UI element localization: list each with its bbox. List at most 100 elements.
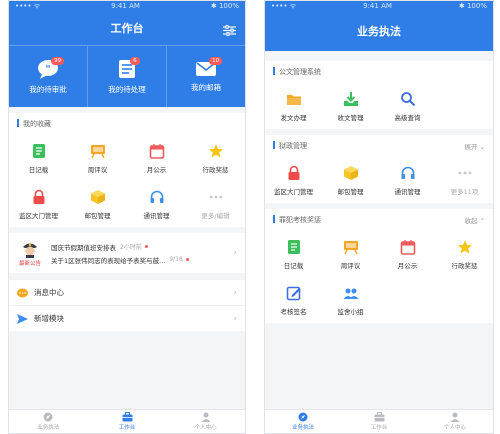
tab-label: 业务执法 <box>291 425 314 431</box>
section-header: 公文管理系统 <box>265 61 493 83</box>
announcement-item[interactable]: 关于1区张伟同志的表现给予表奖与鼓... 9/18 <box>51 253 233 266</box>
folder-icon <box>286 94 301 105</box>
sign-pen-icon <box>286 286 300 300</box>
calendar-icon <box>149 143 164 159</box>
app-gate-management[interactable]: 监区大门管理 <box>265 157 322 203</box>
tab-label: 工作台 <box>118 425 136 431</box>
app-more-items[interactable]: 更多11项 <box>436 157 493 203</box>
app-label: 行政奖惩 <box>202 165 229 174</box>
app-advanced-search[interactable]: 高级查询 <box>379 83 436 129</box>
app-label: 日记载 <box>283 261 304 270</box>
tab-business[interactable]: 业务执法 <box>265 410 341 433</box>
row-message-center[interactable]: 消息中心 › <box>9 279 245 305</box>
app-weekly-review[interactable]: 周评议 <box>68 135 127 181</box>
list-rows: 消息中心 › 新增模块 › <box>9 279 245 331</box>
tab-workbench[interactable]: 工作台 <box>341 410 417 433</box>
package-icon <box>90 189 105 204</box>
lock-icon <box>33 189 44 204</box>
quick-mailbox[interactable]: 10 我的邮箱 <box>166 46 245 107</box>
announcement-item[interactable]: 国庆节假期值班安排表 2小时前 <box>51 240 233 253</box>
app-parcel-management[interactable]: 邮包管理 <box>322 157 379 203</box>
app-dorm-group[interactable]: 监舍小组 <box>322 277 379 323</box>
status-signal: •••• ᯤ <box>15 1 41 10</box>
section-header: 狱政管理 展开 ⌄ <box>265 135 493 157</box>
expand-toggle[interactable]: 展开 ⌄ <box>464 141 485 151</box>
section-header: 罪犯考核奖惩 收起 ⌃ <box>265 209 493 231</box>
quick-badge: 6 <box>130 57 140 65</box>
briefcase-icon <box>374 412 384 422</box>
status-battery: ✱ 100% <box>210 2 239 10</box>
app-label: 发文办理 <box>280 113 307 122</box>
section-assessment-rewards: 罪犯考核奖惩 收起 ⌃ 日记载 周评议 月公示 行政奖惩 考核签名 监舍小组 <box>265 209 493 323</box>
app-communication[interactable]: 通讯管理 <box>127 181 186 227</box>
status-signal: •••• ᯤ <box>271 1 297 10</box>
unread-dot <box>144 245 148 248</box>
inbox-download-icon <box>343 91 358 106</box>
status-bar: •••• ᯤ 9:41 AM ✱ 100% <box>9 1 245 11</box>
app-communication[interactable]: 通讯管理 <box>379 157 436 203</box>
app-gate-management[interactable]: 监区大门管理 <box>9 181 68 227</box>
page-title: 工作台 <box>110 22 144 35</box>
status-time: 9:41 AM <box>111 2 140 10</box>
star-icon <box>457 239 472 253</box>
quick-pending-tasks[interactable]: 6 我的待处理 <box>87 46 166 107</box>
tab-label: 个人中心 <box>194 425 217 431</box>
app-parcel-management[interactable]: 邮包管理 <box>68 181 127 227</box>
tab-business[interactable]: 业务执法 <box>9 410 88 433</box>
more-dots-icon <box>209 195 222 198</box>
quick-pending-approval[interactable]: " 99 我的待审批 <box>9 46 87 107</box>
svg-text:": " <box>45 64 50 75</box>
person-icon <box>450 412 460 422</box>
app-monthly-notice[interactable]: 月公示 <box>379 231 436 277</box>
tab-profile[interactable]: 个人中心 <box>166 410 245 433</box>
announcement-text: 关于1区张伟同志的表现给予表奖与鼓... <box>51 256 166 265</box>
app-weekly-review[interactable]: 周评议 <box>322 231 379 277</box>
screenshot-stage: •••• ᯤ 9:41 AM ✱ 100% 工作台 " 99 我的待审批 6 我… <box>0 0 500 434</box>
quick-label: 我的邮箱 <box>191 82 221 92</box>
app-admin-rewards[interactable]: 行政奖惩 <box>436 231 493 277</box>
lock-icon <box>288 165 299 180</box>
app-dispatch[interactable]: 发文办理 <box>265 83 322 129</box>
group-icon <box>343 288 358 299</box>
more-dots-icon <box>458 171 471 174</box>
app-label: 考核签名 <box>280 307 307 316</box>
app-assessment-sign[interactable]: 考核签名 <box>265 277 322 323</box>
section-prison-management: 狱政管理 展开 ⌄ 监区大门管理 邮包管理 通讯管理 更多11项 <box>265 135 493 203</box>
announcement-text: 国庆节假期值班安排表 <box>51 243 116 252</box>
announcement-card[interactable]: 最新公告 国庆节假期值班安排表 2小时前 关于1区张伟同志的表现给予表奖与鼓..… <box>9 233 245 273</box>
send-icon <box>17 313 28 324</box>
filter-settings-icon[interactable] <box>223 25 236 36</box>
workbench-screen: •••• ᯤ 9:41 AM ✱ 100% 工作台 " 99 我的待审批 6 我… <box>8 0 246 434</box>
app-admin-rewards[interactable]: 行政奖惩 <box>186 135 245 181</box>
app-more-edit[interactable]: 更多/编辑 <box>186 181 245 227</box>
app-label: 高级查询 <box>394 113 421 122</box>
person-icon <box>201 412 211 422</box>
status-time: 9:41 AM <box>363 2 392 10</box>
bottom-tab-bar: 业务执法 工作台 个人中心 <box>9 409 245 433</box>
app-label: 邮包管理 <box>337 187 364 196</box>
app-diary[interactable]: 日记载 <box>265 231 322 277</box>
quick-actions: " 99 我的待审批 6 我的待处理 10 我的邮箱 <box>9 45 245 107</box>
tab-workbench[interactable]: 工作台 <box>88 410 167 433</box>
calendar-icon <box>400 239 415 255</box>
quick-label: 我的待审批 <box>29 84 67 94</box>
quick-label: 我的待处理 <box>108 84 146 94</box>
chevron-right-icon: › <box>233 313 237 324</box>
quick-badge: 10 <box>209 57 223 65</box>
app-label: 更多/编辑 <box>201 211 230 220</box>
package-icon <box>343 165 358 180</box>
collapse-toggle[interactable]: 收起 ⌃ <box>464 215 485 225</box>
app-label: 月公示 <box>397 261 418 270</box>
app-monthly-notice[interactable]: 月公示 <box>127 135 186 181</box>
section-document-system: 公文管理系统 发文办理 收文管理 高级查询 <box>265 61 493 129</box>
police-avatar-icon <box>23 243 37 258</box>
app-diary[interactable]: 日记载 <box>9 135 68 181</box>
section-title: 狱政管理 <box>279 142 307 150</box>
star-icon <box>208 143 223 157</box>
status-battery: ✱ 100% <box>458 2 487 10</box>
row-new-module[interactable]: 新增模块 › <box>9 305 245 331</box>
search-icon <box>400 91 415 106</box>
section-title: 罪犯考核奖惩 <box>279 216 321 224</box>
app-receive[interactable]: 收文管理 <box>322 83 379 129</box>
tab-profile[interactable]: 个人中心 <box>417 410 493 433</box>
